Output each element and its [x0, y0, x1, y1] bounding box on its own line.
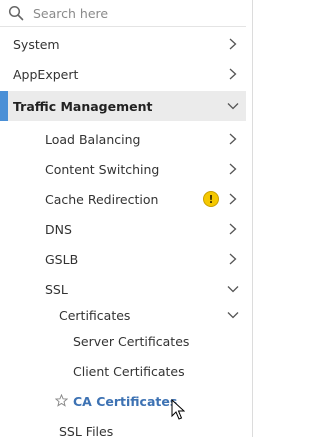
navigation-panel: System AppExpert Traffic Management Load… — [0, 0, 253, 437]
nav-item-dns[interactable]: DNS — [0, 214, 246, 244]
nav-item-label: SSL — [45, 281, 68, 297]
search-box[interactable] — [0, 0, 246, 27]
nav-item-label: Cache Redirection — [45, 191, 159, 207]
nav-item-gslb[interactable]: GSLB — [0, 244, 246, 274]
nav-item-server-certificates[interactable]: Server Certificates — [0, 326, 246, 356]
nav-item-label: Content Switching — [45, 161, 160, 177]
mouse-cursor-icon — [171, 399, 185, 420]
nav-item-label: AppExpert — [13, 66, 79, 82]
nav-item-load-balancing[interactable]: Load Balancing — [0, 124, 246, 154]
nav-item-label: Server Certificates — [73, 333, 190, 349]
nav-item-label: CA Certificates — [73, 393, 178, 409]
chevron-down-icon — [227, 286, 239, 293]
chevron-right-icon — [229, 253, 237, 265]
nav-item-ca-certificates[interactable]: CA Certificates — [0, 386, 246, 416]
nav-item-system[interactable]: System — [0, 29, 246, 59]
chevron-right-icon — [229, 133, 237, 145]
selected-indicator — [0, 91, 8, 121]
nav-item-content-switching[interactable]: Content Switching — [0, 154, 246, 184]
chevron-right-icon — [229, 38, 237, 50]
chevron-right-icon — [229, 193, 237, 205]
search-icon — [8, 5, 24, 21]
nav-item-traffic-management[interactable]: Traffic Management — [0, 91, 246, 121]
nav-item-cache-redirection[interactable]: Cache Redirection ! — [0, 184, 246, 214]
nav-item-label: Traffic Management — [13, 98, 153, 114]
chevron-down-icon — [227, 312, 239, 319]
chevron-down-icon — [227, 103, 239, 110]
nav-item-client-certificates[interactable]: Client Certificates — [0, 356, 246, 386]
nav-item-appexpert[interactable]: AppExpert — [0, 59, 246, 89]
chevron-right-icon — [229, 68, 237, 80]
star-icon[interactable] — [55, 394, 68, 407]
nav-item-label: SSL Files — [59, 423, 114, 437]
chevron-right-icon — [229, 163, 237, 175]
nav-item-label: Client Certificates — [73, 363, 185, 379]
nav-item-label: System — [13, 36, 60, 52]
chevron-right-icon — [229, 223, 237, 235]
nav-item-label: GSLB — [45, 251, 79, 267]
nav-item-label: Load Balancing — [45, 131, 141, 147]
search-input[interactable] — [33, 4, 233, 22]
nav-item-label: Certificates — [59, 307, 131, 323]
warning-icon[interactable]: ! — [203, 191, 219, 207]
nav-item-ssl-files[interactable]: SSL Files — [0, 416, 246, 437]
nav-item-label: DNS — [45, 221, 72, 237]
